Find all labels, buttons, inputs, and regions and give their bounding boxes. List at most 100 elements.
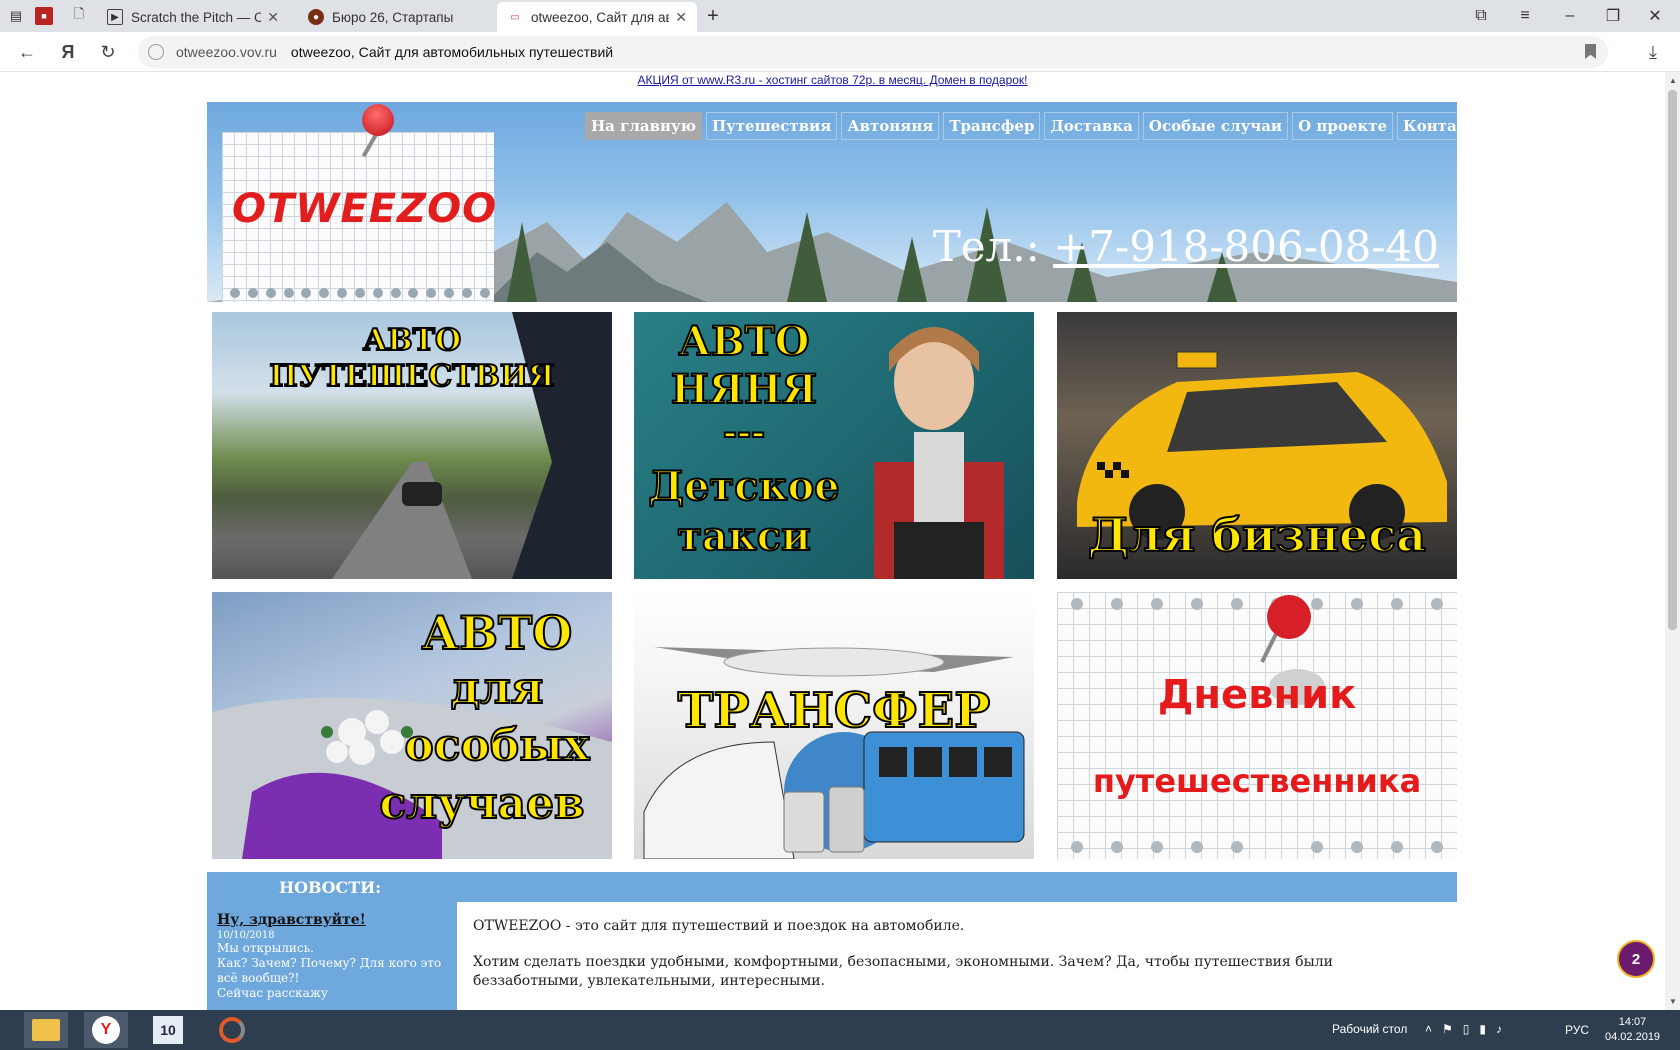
menu-item-transfer[interactable]: Трансфер: [943, 112, 1041, 140]
app-taskbar-icon[interactable]: 10: [146, 1012, 190, 1048]
url-domain: otweezoo.vov.ru: [176, 44, 277, 60]
reload-icon[interactable]: ↻: [95, 40, 121, 64]
file-explorer-icon[interactable]: [24, 1012, 68, 1048]
device-icon[interactable]: ▯: [1463, 1022, 1470, 1036]
tile-caption-line: для: [450, 663, 545, 714]
pinned-tab-page-icon[interactable]: 🗋: [66, 4, 92, 28]
play-icon: ▶: [107, 9, 123, 25]
menu-item-special[interactable]: Особые случаи: [1142, 112, 1289, 140]
tile-caption-line: ТРАНСФЕР: [677, 683, 992, 739]
logo-text: OTWEEZOO: [232, 186, 498, 232]
scroll-up-arrow-icon[interactable]: ▲: [1669, 76, 1677, 85]
network-icon[interactable]: ▮: [1479, 1022, 1486, 1036]
news-item-title-link[interactable]: Ну, здравствуйте!: [217, 912, 447, 928]
address-input[interactable]: otweezoo.vov.ru otweezoo, Сайт для автом…: [138, 36, 1608, 68]
download-icon[interactable]: ⤓: [1640, 40, 1666, 64]
pinned-tab-icon[interactable]: ■: [35, 7, 53, 25]
scrollbar-thumb[interactable]: [1668, 90, 1677, 630]
tile-caption-line: АВТО: [362, 323, 462, 358]
menu-item-about[interactable]: О проекте: [1292, 112, 1394, 140]
notebook-rings: [230, 288, 490, 300]
volume-icon[interactable]: ♪: [1496, 1022, 1502, 1036]
menu-item-travel[interactable]: Путешествия: [706, 112, 838, 140]
tile-caption-line: особых: [403, 720, 590, 771]
news-item-line: Мы открылись.: [217, 941, 314, 955]
news-heading: НОВОСТИ:: [279, 878, 382, 897]
address-bar-row: ← Я ↻ otweezoo.vov.ru otweezoo, Сайт для…: [0, 32, 1680, 72]
tab-scratch[interactable]: ▶ Scratch the Pitch — Сл ✕: [97, 2, 289, 32]
site-info-icon[interactable]: [148, 44, 164, 60]
clock[interactable]: 14:07 04.02.2019: [1605, 1015, 1660, 1045]
menu-item-autonanny[interactable]: Автоняня: [841, 112, 940, 140]
tile-auto-travel[interactable]: АВТО ПУТЕШЕСТВИЯ: [212, 312, 612, 579]
news-item-line: Сейчас расскажу: [217, 986, 328, 1000]
page-scrollbar[interactable]: ▲ ▼: [1665, 72, 1680, 1010]
sync-app-taskbar-icon[interactable]: [210, 1012, 254, 1048]
tile-caption-line: ПУТЕШЕСТВИЯ: [268, 359, 555, 394]
content-paragraph: OTWEEZOO - это сайт для путешествий и по…: [473, 918, 965, 934]
tile-transfer[interactable]: ТРАНСФЕР: [634, 592, 1034, 859]
site-logo[interactable]: OTWEEZOO: [222, 102, 498, 302]
tile-caption-line: Для бизнеса: [1087, 508, 1427, 562]
back-arrow-icon[interactable]: ←: [14, 40, 40, 64]
tile-caption-line: такси: [676, 513, 812, 560]
main-menu: На главную Путешествия Автоняня Трансфер…: [585, 112, 1457, 140]
bookmarks-icon[interactable]: ⧉: [1466, 4, 1496, 28]
bookmark-flag-icon[interactable]: [1585, 44, 1596, 59]
desktop-toolbar-label[interactable]: Рабочий стол: [1332, 1022, 1407, 1036]
tab-buro26[interactable]: ● Бюро 26, Стартапы: [298, 2, 493, 32]
tile-caption-line: АВТО: [678, 318, 811, 365]
chat-widget-button[interactable]: 2: [1617, 940, 1655, 978]
tile-caption-line: случаев: [378, 778, 585, 829]
tab-otweezoo[interactable]: ▭ otweezoo, Сайт для авто ✕: [497, 2, 697, 32]
tile-caption-line: АВТО: [421, 606, 574, 660]
tile-caption-line: Дневник: [1157, 672, 1357, 718]
clock-time: 14:07: [1618, 1016, 1647, 1028]
scroll-down-arrow-icon[interactable]: ▼: [1669, 997, 1677, 1006]
close-icon[interactable]: ✕: [675, 9, 687, 26]
menu-hamburger-icon[interactable]: ≡: [1510, 4, 1540, 28]
close-icon[interactable]: ✕: [267, 9, 279, 26]
tile-autonanny[interactable]: АВТО НЯНЯ --- Детское такси: [634, 312, 1034, 579]
phone-prefix: Тел.:: [932, 222, 1054, 271]
notebook-pin-image: [1071, 595, 1443, 853]
minimize-icon[interactable]: –: [1555, 4, 1585, 28]
clock-date: 04.02.2019: [1605, 1031, 1661, 1043]
tabs-menu-icon[interactable]: ▤: [3, 4, 29, 28]
menu-item-delivery[interactable]: Доставка: [1044, 112, 1139, 140]
flag-icon[interactable]: ⚑: [1442, 1022, 1453, 1036]
news-sidebar: Ну, здравствуйте! 10/10/2018 Мы открылис…: [207, 902, 457, 1010]
promo-link[interactable]: АКЦИЯ от www.R3.ru - хостинг сайтов 72р.…: [0, 72, 1665, 88]
close-window-icon[interactable]: ✕: [1640, 4, 1670, 28]
windows-taskbar: Y 10 Рабочий стол ˄ ⚑ ▯ ▮ ♪ РУС 14:07 04…: [0, 1010, 1680, 1050]
yandex-logo-icon[interactable]: Я: [55, 40, 81, 64]
phone-block: Тел.: +7-918-806-08-40: [933, 222, 1439, 271]
tab-title: Scratch the Pitch — Сл: [131, 9, 262, 25]
language-indicator[interactable]: РУС: [1565, 1023, 1589, 1037]
phone-link[interactable]: +7-918-806-08-40: [1053, 222, 1439, 271]
news-item-date: 10/10/2018: [217, 930, 275, 941]
tile-travel-diary[interactable]: Дневник путешественника: [1057, 592, 1457, 859]
site-header: OTWEEZOO На главную Путешествия Автоняня…: [207, 102, 1457, 302]
tile-caption-line: НЯНЯ: [670, 366, 818, 413]
restore-icon[interactable]: ❐: [1598, 4, 1628, 28]
site-favicon-icon: ●: [308, 9, 324, 25]
main-content: OTWEEZOO - это сайт для путешествий и по…: [473, 917, 1373, 1008]
news-header-bar: НОВОСТИ:: [207, 872, 1457, 902]
new-tab-plus-icon[interactable]: +: [700, 4, 726, 28]
tile-business[interactable]: Для бизнеса: [1057, 312, 1457, 579]
web-page: АКЦИЯ от www.R3.ru - хостинг сайтов 72р.…: [0, 72, 1665, 1010]
chevron-up-icon[interactable]: ˄: [1425, 1022, 1432, 1036]
tab-title: otweezoo, Сайт для авто: [531, 9, 670, 25]
tab-title: Бюро 26, Стартапы: [332, 9, 454, 25]
system-tray: Рабочий стол ˄ ⚑ ▯ ▮ ♪ РУС 14:07 04.02.2…: [1320, 1010, 1680, 1050]
menu-item-contacts[interactable]: Контакты: [1397, 112, 1457, 140]
tile-caption-line: ---: [722, 413, 766, 453]
content-paragraph: Хотим сделать поездки удобными, комфортн…: [473, 954, 1333, 989]
news-item-line: Как? Зачем? Почему? Для кого это всё воо…: [217, 956, 442, 985]
push-pin-icon: [357, 102, 399, 141]
tile-special-occasions[interactable]: АВТО для особых случаев: [212, 592, 612, 859]
menu-item-home[interactable]: На главную: [585, 112, 702, 140]
yandex-browser-taskbar-icon[interactable]: Y: [84, 1012, 128, 1048]
url-page-title: otweezoo, Сайт для автомобильных путешес…: [290, 44, 614, 60]
